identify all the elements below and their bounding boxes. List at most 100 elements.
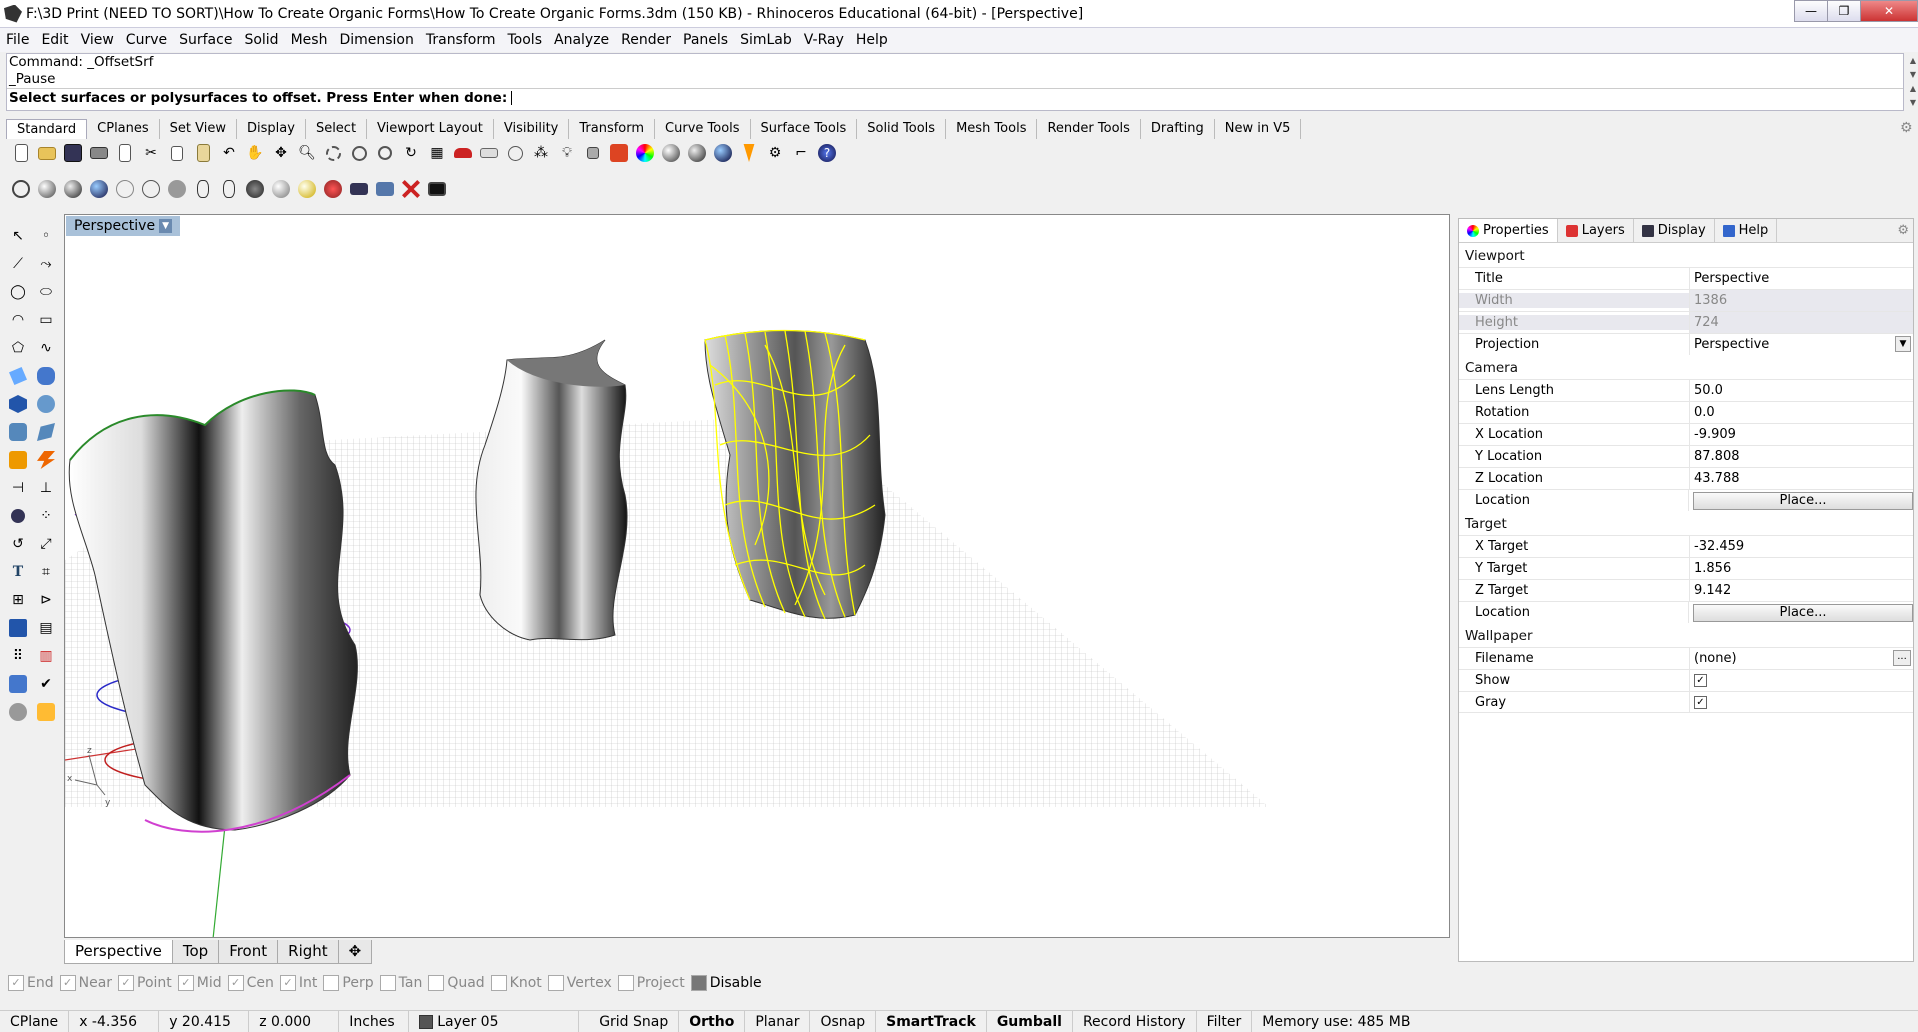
menu-render[interactable]: Render [615,32,677,48]
osnap-perp-checkbox[interactable] [323,975,340,991]
osnap-near[interactable]: ✓ Near [59,975,112,991]
blue-box-icon[interactable] [4,614,32,642]
camera-place-button[interactable]: Place... [1693,491,1913,510]
zoom-icon[interactable]: 🔍︎ [294,140,320,166]
panel-options-gear-icon[interactable]: ⚙ [1897,223,1909,238]
rendered-globe-icon[interactable] [60,176,86,202]
tab-solid-tools[interactable]: Solid Tools [857,119,947,139]
rotate-icon[interactable]: ↺ [4,530,32,558]
options-gear-icon[interactable]: ⚙ [762,140,788,166]
transform-icon[interactable] [4,446,32,474]
prop-row-title[interactable]: Title Perspective [1459,267,1913,289]
x-target-value[interactable]: -32.459 [1689,536,1913,557]
tab-surface-tools[interactable]: Surface Tools [751,119,858,139]
perspective-viewport[interactable]: z x y [64,214,1450,938]
add-viewport-tab-icon[interactable]: ✥ [337,940,373,964]
osnap-near-checkbox[interactable]: ✓ [59,975,76,991]
osnap-quad-checkbox[interactable] [428,975,445,991]
extrude-icon[interactable] [32,362,60,390]
status-layer[interactable]: Layer 05 [409,1011,580,1032]
select-arrow-icon[interactable]: ↖ [4,222,32,250]
osnap-disable[interactable]: Disable [690,975,762,991]
smarttrack-toggle[interactable]: SmartTrack [876,1011,987,1032]
zoom-extents-icon[interactable] [346,140,372,166]
pen-globe-icon[interactable] [190,176,216,202]
red-grid-icon[interactable]: ▥ [32,642,60,670]
show-checkbox[interactable]: ✓ [1694,674,1707,687]
osnap-cen[interactable]: ✓ Cen [227,975,274,991]
browse-button[interactable]: ... [1893,650,1911,666]
osnap-tan-checkbox[interactable] [379,975,396,991]
tab-right-view[interactable]: Right [277,940,339,964]
color-wheel-icon[interactable] [632,140,658,166]
ellipse-icon[interactable]: ⬭ [32,278,60,306]
lightning-icon[interactable] [32,446,60,474]
zoom-window-icon[interactable] [320,140,346,166]
status-cplane[interactable]: CPlane [0,1011,70,1032]
z-location-value[interactable]: 43.788 [1689,468,1913,489]
close-button[interactable]: ✕ [1860,0,1918,22]
tab-standard[interactable]: Standard [6,119,88,139]
projection-select[interactable]: Perspective ▼ [1689,334,1913,355]
paint-bucket-icon[interactable] [32,698,60,726]
check-icon[interactable]: ✔ [32,670,60,698]
menu-surface[interactable]: Surface [173,32,238,48]
osnap-toggle[interactable]: Osnap [810,1011,877,1032]
rotation-value[interactable]: 0.0 [1689,402,1913,423]
cut-icon[interactable]: ✂ [138,140,164,166]
osnap-point[interactable]: ✓ Point [118,975,172,991]
tab-layers[interactable]: Layers [1558,219,1634,242]
menu-dimension[interactable]: Dimension [333,32,419,48]
osnap-int-checkbox[interactable]: ✓ [279,975,296,991]
tab-select[interactable]: Select [306,119,368,139]
target-sphere-icon[interactable] [320,176,346,202]
tab-top-view[interactable]: Top [171,940,220,964]
z-target-value[interactable]: 9.142 [1689,580,1913,601]
zoom-selected-icon[interactable] [372,140,398,166]
menu-view[interactable]: View [75,32,120,48]
menu-mesh[interactable]: Mesh [285,32,334,48]
lock-icon[interactable] [580,140,606,166]
menu-analyze[interactable]: Analyze [548,32,615,48]
join-icon[interactable]: ⁘ [32,502,60,530]
four-viewports-icon[interactable]: ▦ [424,140,450,166]
trim-icon[interactable]: ⊥ [32,474,60,502]
prop-row-y-location[interactable]: Y Location 87.808 [1459,445,1913,467]
gray-checkbox[interactable]: ✓ [1694,695,1707,709]
prop-row-gray[interactable]: Gray ✓ [1459,691,1913,713]
prop-row-show[interactable]: Show ✓ [1459,669,1913,691]
viewport-menu-arrow-icon[interactable]: ▼ [159,219,173,233]
grid-snap-toggle[interactable]: Grid Snap [579,1011,680,1032]
point-icon[interactable]: ◦ [32,222,60,250]
menu-panels[interactable]: Panels [677,32,734,48]
osnap-project[interactable]: Project [617,975,685,991]
xray-globe-icon[interactable] [112,176,138,202]
chevron-down-icon[interactable]: ▼ [1895,336,1911,352]
minimize-button[interactable]: — [1794,0,1828,22]
solids-icon[interactable] [32,390,60,418]
move-cross-icon[interactable]: ✥ [268,140,294,166]
rhino-app-icon[interactable] [4,4,22,23]
prop-row-target-location[interactable]: Location Place... [1459,601,1913,623]
record-history-toggle[interactable]: Record History [1073,1011,1197,1032]
camera-icon[interactable] [346,176,372,202]
prop-row-filename[interactable]: Filename (none)... [1459,647,1913,669]
filename-field[interactable]: (none)... [1689,648,1913,669]
pan-hand-icon[interactable]: ✋ [242,140,268,166]
command-scrollbar[interactable]: ▲ ▼ ▲ ▼ [1905,54,1918,110]
osnap-tan[interactable]: Tan [379,975,422,991]
tab-properties[interactable]: Properties [1459,219,1558,242]
curve-icon[interactable]: ⤳ [32,250,60,278]
prop-row-lens-length[interactable]: Lens Length 50.0 [1459,379,1913,401]
osnap-vertex-checkbox[interactable] [547,975,564,991]
render-object-icon[interactable] [4,698,32,726]
restore-button[interactable]: ❐ [1827,0,1861,22]
gold-sphere-icon[interactable] [294,176,320,202]
mesh-grid-icon[interactable]: ▤ [32,614,60,642]
cplane-icon[interactable] [502,140,528,166]
scene-canvas[interactable]: z x y [65,215,1450,938]
scale-icon[interactable]: ⤢ [32,530,60,558]
help-icon[interactable]: ? [814,140,840,166]
menu-transform[interactable]: Transform [420,32,502,48]
tab-visibility[interactable]: Visibility [494,119,570,139]
